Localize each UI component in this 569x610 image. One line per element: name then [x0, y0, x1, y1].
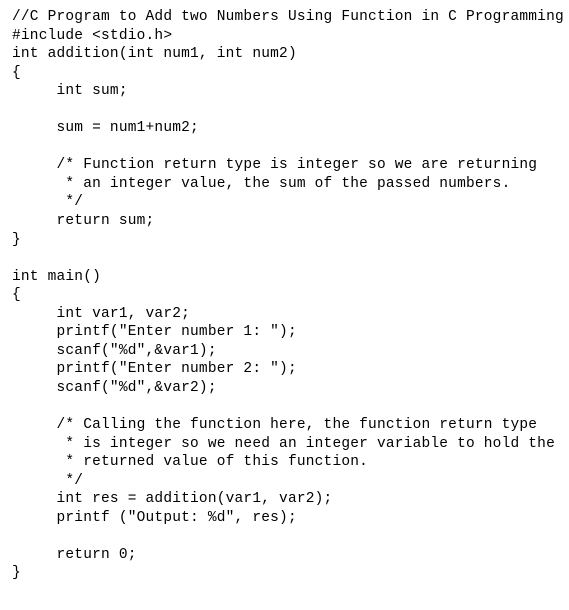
code-block: //C Program to Add two Numbers Using Fun…: [12, 8, 557, 583]
